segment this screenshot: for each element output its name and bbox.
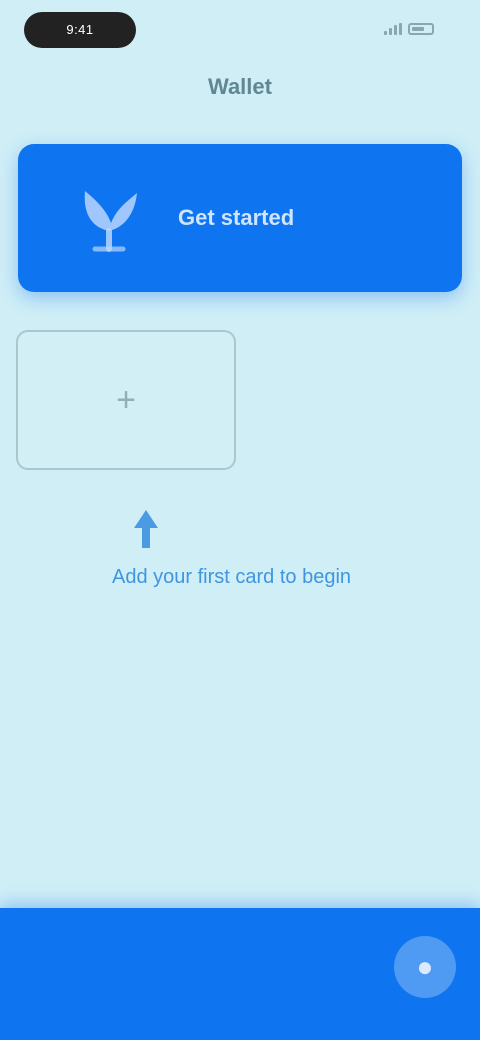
status-time: 9:41 xyxy=(24,12,136,48)
person-icon[interactable]: ● xyxy=(394,936,456,998)
battery-icon xyxy=(408,23,434,35)
status-bar: 9:41 xyxy=(0,0,480,60)
fab-glyph: ● xyxy=(416,951,434,982)
plus-icon: + xyxy=(116,381,136,419)
hint-text: Add your first card to begin xyxy=(112,566,352,588)
leaf-icon xyxy=(62,170,158,266)
page-title: Wallet xyxy=(208,74,272,99)
get-started-banner[interactable]: Get started xyxy=(18,144,462,292)
banner-text: Get started xyxy=(178,205,295,230)
add-card-button[interactable]: + xyxy=(16,330,236,470)
bottom-bar: ● xyxy=(0,908,480,1040)
app-screen: 9:41 Wallet Get started + Add your first… xyxy=(0,0,480,1040)
signal-icon xyxy=(384,23,402,35)
status-indicators xyxy=(384,22,440,36)
arrow-up-icon xyxy=(128,506,164,552)
